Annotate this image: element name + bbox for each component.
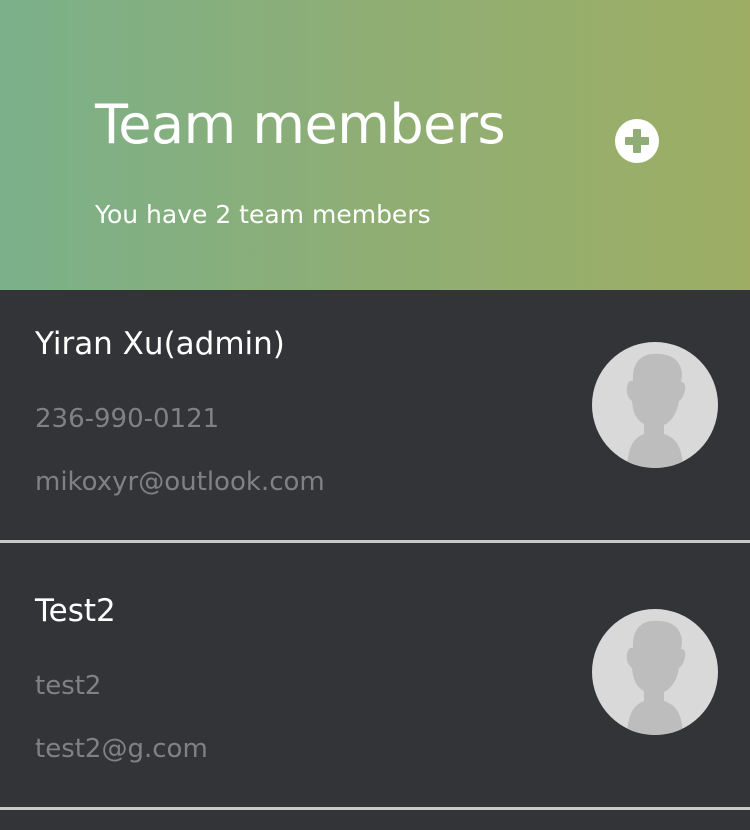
add-member-button[interactable] xyxy=(615,119,659,163)
user-silhouette-icon xyxy=(626,353,686,468)
avatar xyxy=(592,609,718,735)
user-silhouette-icon xyxy=(626,620,686,735)
member-email: mikoxyr@outlook.com xyxy=(35,467,325,497)
page-title: Team members xyxy=(95,93,506,156)
team-header: Team members You have 2 team members xyxy=(0,0,750,290)
member-list: Yiran Xu(admin) 236-990-0121 mikoxyr@out… xyxy=(0,290,750,810)
member-phone: 236-990-0121 xyxy=(35,404,220,434)
member-name: Yiran Xu(admin) xyxy=(35,326,285,362)
member-email: test2@g.com xyxy=(35,734,208,764)
member-phone: test2 xyxy=(35,671,102,701)
member-card[interactable]: Yiran Xu(admin) 236-990-0121 mikoxyr@out… xyxy=(0,290,750,543)
member-name: Test2 xyxy=(35,593,116,629)
team-members-page: Team members You have 2 team members Yir… xyxy=(0,0,750,830)
member-card[interactable]: Test2 test2 test2@g.com xyxy=(0,557,750,810)
avatar xyxy=(592,342,718,468)
team-count-subtitle: You have 2 team members xyxy=(95,200,431,229)
